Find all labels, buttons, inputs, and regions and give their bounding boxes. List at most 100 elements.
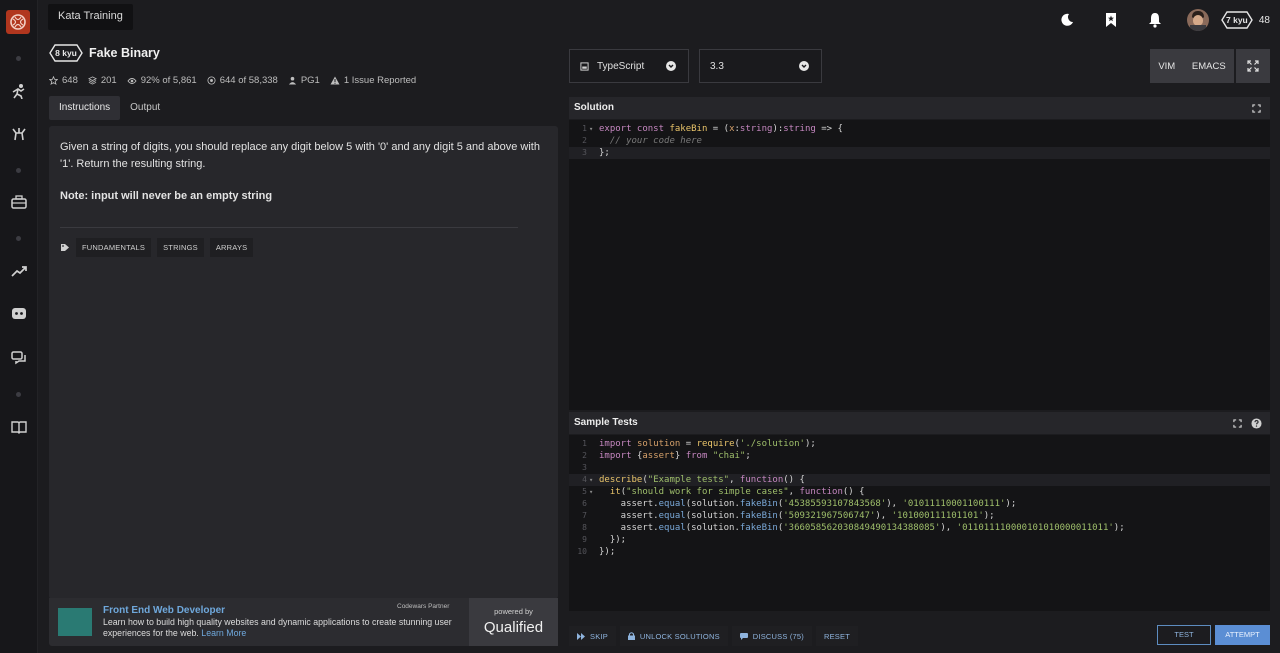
keymap-toggle: VIM EMACS	[1150, 49, 1234, 83]
language-select[interactable]: TypeScript	[569, 49, 689, 83]
chat-bubble-icon	[739, 632, 748, 640]
collections-stat[interactable]: 201	[87, 75, 117, 86]
tag-strings[interactable]: STRINGS	[157, 238, 204, 257]
eye-icon	[127, 77, 137, 84]
editor-panel: TypeScript 3.3 VIM EMACS Solution 1 ▾ expo…	[565, 40, 1280, 653]
user-avatar[interactable]	[1186, 9, 1209, 31]
tag-arrays[interactable]: ARRAYS	[209, 238, 254, 257]
ad-partner-label: Codewars Partner	[397, 603, 450, 610]
dark-mode-moon-icon[interactable]	[1055, 13, 1079, 27]
expand-icon	[1247, 60, 1259, 72]
discussions-icon[interactable]	[9, 349, 29, 367]
lock-icon	[627, 632, 635, 640]
description-note: Note: input will never be an empty strin…	[60, 190, 273, 202]
bookmark-icon[interactable]	[1099, 12, 1123, 28]
user-honor: 48	[1258, 14, 1270, 26]
description-tabs: Instructions Output	[49, 96, 170, 120]
emacs-button[interactable]: EMACS	[1192, 61, 1226, 72]
fullscreen-button[interactable]	[1236, 49, 1270, 83]
rail-separator	[16, 56, 21, 61]
breadcrumb[interactable]: Kata Training	[48, 4, 133, 30]
tag-icon	[61, 244, 69, 251]
expand-icon[interactable]	[1252, 104, 1261, 113]
tag-fundamentals[interactable]: FUNDAMENTALS	[76, 238, 152, 257]
version-select[interactable]: 3.3	[699, 49, 822, 83]
discuss-label: DISCUSS (75)	[752, 631, 804, 641]
help-icon[interactable]	[1251, 417, 1262, 429]
star-icon	[49, 76, 58, 85]
satisfaction-value: 92% of 5,861	[140, 75, 197, 86]
language-icon	[580, 61, 589, 71]
rail-separator	[16, 392, 21, 397]
code-line: 10});	[577, 547, 616, 557]
qualified-brand[interactable]: powered by Qualified	[469, 598, 558, 646]
attempt-button[interactable]: ATTEMPT	[1215, 625, 1270, 645]
chevron-down-icon	[666, 61, 676, 71]
author-name: PG1	[300, 75, 320, 86]
unlock-label: UNLOCK SOLUTIONS	[639, 631, 720, 641]
stack-icon	[87, 76, 97, 85]
code-line: 7 assert.equal(solution.fakeBin('5093219…	[582, 511, 995, 521]
solution-header: Solution	[569, 97, 1270, 119]
reset-button[interactable]: RESET	[815, 626, 858, 646]
code-line: 3};	[569, 147, 1270, 159]
code-line: 4 ▾ describe("Example tests", function() {	[569, 474, 1270, 486]
code-line: 8 assert.equal(solution.fakeBin('3660585…	[582, 523, 1125, 533]
discuss-button[interactable]: DISCUSS (75)	[731, 626, 812, 646]
code-line: 3	[582, 463, 587, 472]
user-icon	[288, 76, 296, 85]
code-line: 5 ▾ it("should work for simple cases", fu…	[582, 487, 865, 497]
kata-stats: 648 201 92% of 5,861 644 of 58,338 PG1 1…	[49, 75, 416, 86]
partner-ad[interactable]: Front End Web Developer Codewars Partner…	[49, 598, 558, 646]
instructions-content: Given a string of digits, you should rep…	[49, 126, 558, 599]
code-line: 1 import solution = require('./solution')…	[582, 439, 816, 449]
tag-list: FUNDAMENTALS STRINGS ARRAYS	[60, 238, 547, 257]
fast-forward-icon	[577, 632, 585, 640]
ad-title[interactable]: Front End Web Developer	[103, 605, 225, 616]
notifications-bell-icon[interactable]	[1143, 12, 1167, 28]
tab-instructions[interactable]: Instructions	[49, 96, 121, 120]
practice-icon[interactable]	[9, 82, 29, 100]
divider	[60, 227, 518, 228]
kata-name[interactable]: Fake Binary	[89, 46, 160, 60]
codewars-logo[interactable]	[6, 10, 30, 34]
unlock-solutions-button[interactable]: UNLOCK SOLUTIONS	[619, 626, 728, 646]
dojo-icon[interactable]	[9, 125, 29, 143]
collections-count: 201	[100, 75, 117, 86]
sample-tests-editor[interactable]: 1 import solution = require('./solution')…	[569, 435, 1270, 611]
code-line: 2 // your code here	[582, 136, 702, 146]
stars-count: 648	[62, 75, 78, 86]
side-rail	[0, 0, 38, 653]
code-line: 6 assert.equal(solution.fakeBin('4538559…	[582, 499, 1017, 509]
briefcase-icon[interactable]	[9, 193, 29, 211]
kata-title: 8 kyu Fake Binary	[49, 44, 160, 62]
docs-book-icon[interactable]	[9, 418, 29, 436]
expand-icon[interactable]	[1233, 419, 1242, 428]
user-rank-badge[interactable]: 7 kyu	[1221, 11, 1253, 29]
ad-thumbnail	[58, 608, 92, 636]
language-value: TypeScript	[597, 60, 645, 72]
stars-stat[interactable]: 648	[49, 75, 78, 86]
code-line: 1 ▾ export const fakeBin = (x:string):stri…	[582, 124, 843, 134]
ad-body: Learn how to build high quality websites…	[103, 617, 463, 639]
tab-output[interactable]: Output	[120, 96, 170, 120]
issues-stat[interactable]: 1 Issue Reported	[330, 75, 416, 86]
qualified-logo-text: Qualified	[483, 619, 544, 636]
solution-editor[interactable]: 1 ▾ export const fakeBin = (x:string):stri…	[569, 120, 1270, 410]
rail-separator	[16, 168, 21, 173]
skip-button[interactable]: SKIP	[569, 626, 616, 646]
sample-tests-header: Sample Tests	[569, 412, 1270, 434]
powered-by-label: powered by	[494, 607, 533, 616]
author-stat[interactable]: PG1	[288, 75, 320, 86]
user-rank-label: 7 kyu	[1226, 15, 1248, 25]
code-line: 9 });	[582, 535, 627, 545]
completed-value: 644 of 58,338	[219, 75, 278, 86]
ad-learn-more-link[interactable]: Learn More	[201, 628, 246, 638]
discord-icon[interactable]	[9, 305, 29, 323]
vim-button[interactable]: VIM	[1158, 61, 1175, 72]
test-button[interactable]: TEST	[1157, 625, 1211, 645]
ad-body-text: Learn how to build high quality websites…	[103, 617, 452, 638]
sample-tests-title: Sample Tests	[574, 417, 638, 428]
leaderboard-trend-icon[interactable]	[9, 262, 29, 280]
rail-separator	[16, 236, 21, 241]
